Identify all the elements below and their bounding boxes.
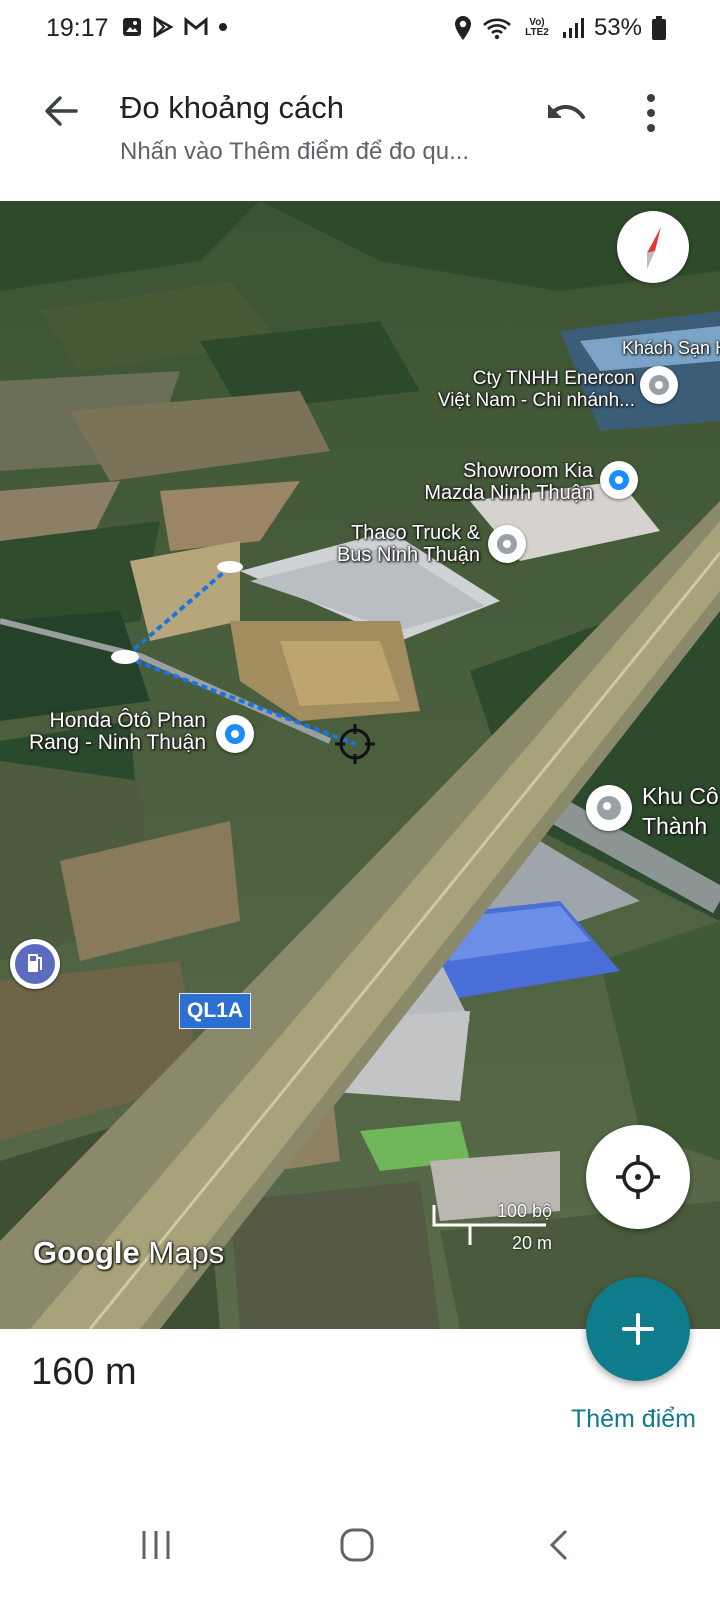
place-name-line2: Bus Ninh Thuận (336, 544, 480, 566)
satellite-map[interactable]: Khách Sạn H Cty TNHH Enercon Việt Nam - … (0, 201, 720, 1329)
compass-button[interactable] (617, 211, 689, 283)
more-options-icon[interactable] (640, 90, 662, 136)
measure-point-1 (217, 561, 243, 573)
crosshair-location-icon (616, 1155, 660, 1199)
place-label-honda[interactable]: Honda Ôtô Phan Rang - Ninh Thuận (29, 710, 206, 754)
app-bar: Đo khoảng cách Nhấn vào Thêm điểm để đo … (0, 58, 720, 201)
wifi-icon (483, 18, 511, 40)
page-title: Đo khoảng cách (120, 90, 345, 125)
place-label-khu-cong[interactable]: Khu Cô Thành (642, 781, 719, 841)
measure-point-2 (111, 650, 139, 664)
back-nav-icon[interactable] (540, 1525, 580, 1565)
back-arrow-icon[interactable] (38, 88, 84, 134)
place-name-line2: Thành (642, 813, 708, 839)
place-name-line1: Thaco Truck & (351, 522, 480, 544)
place-name-line1: Honda Ôtô Phan (49, 709, 206, 732)
google-maps-watermark: Google Maps (33, 1235, 224, 1271)
notification-icons (122, 16, 228, 38)
play-store-icon (153, 16, 174, 38)
status-right: Vo) LTE2 53% (454, 14, 666, 42)
add-point-link[interactable]: Thêm điểm (571, 1405, 696, 1434)
signal-icon (562, 18, 584, 38)
undo-icon[interactable] (545, 91, 589, 135)
gmail-icon (184, 17, 208, 35)
shopping-pin-icon[interactable] (600, 461, 638, 499)
place-pin-khu-cong[interactable] (586, 785, 632, 831)
page-subtitle: Nhấn vào Thêm điểm để đo qu... (120, 138, 470, 165)
compass-needle-icon (647, 227, 661, 269)
place-name-line1: Showroom Kia (462, 460, 593, 482)
more-notifications-dot-icon (219, 23, 227, 31)
system-nav-bar (0, 1489, 720, 1600)
road-badge: QL1A (179, 993, 251, 1029)
watermark-maps: Maps (148, 1235, 225, 1270)
scale-metric: 20 m (511, 1233, 552, 1253)
battery-percent: 53% (593, 14, 642, 41)
gas-station-pin[interactable] (10, 939, 60, 989)
home-icon[interactable] (337, 1525, 377, 1565)
status-bar: 19:17 Vo) LTE2 53% (0, 0, 720, 58)
watermark-google: Google (33, 1235, 140, 1270)
recent-apps-icon[interactable] (136, 1525, 176, 1565)
my-location-button[interactable] (586, 1125, 690, 1229)
add-point-button[interactable] (586, 1277, 690, 1381)
shopping-pin-icon-honda[interactable] (216, 715, 254, 753)
total-distance: 160 m (31, 1351, 137, 1393)
status-time: 19:17 (46, 14, 109, 42)
place-pin-thaco[interactable] (488, 525, 526, 563)
place-name-line1: Cty TNHH Enercon (472, 368, 635, 389)
location-icon (454, 16, 471, 40)
place-label-enercon[interactable]: Cty TNHH Enercon Việt Nam - Chi nhánh... (438, 368, 635, 412)
place-label-showroom-kia[interactable]: Showroom Kia Mazda Ninh Thuận (424, 460, 593, 504)
gallery-icon (123, 18, 141, 36)
place-name-line1: Khu Cô (642, 783, 719, 809)
place-label-thaco[interactable]: Thaco Truck & Bus Ninh Thuận (337, 522, 480, 566)
gas-station-icon (15, 944, 55, 984)
place-label-khach-san[interactable]: Khách Sạn H (622, 337, 720, 359)
place-name-line2: Việt Nam - Chi nhánh... (437, 390, 635, 411)
plus-icon (622, 1313, 654, 1345)
scale-bar: 100 bộ 20 m (432, 1201, 552, 1261)
place-name-line2: Mazda Ninh Thuận (424, 482, 593, 504)
place-name-line2: Rang - Ninh Thuận (28, 731, 206, 754)
battery-icon (652, 16, 666, 40)
volte-label: Vo) LTE2 (525, 17, 549, 38)
place-pin-enercon[interactable] (640, 366, 678, 404)
